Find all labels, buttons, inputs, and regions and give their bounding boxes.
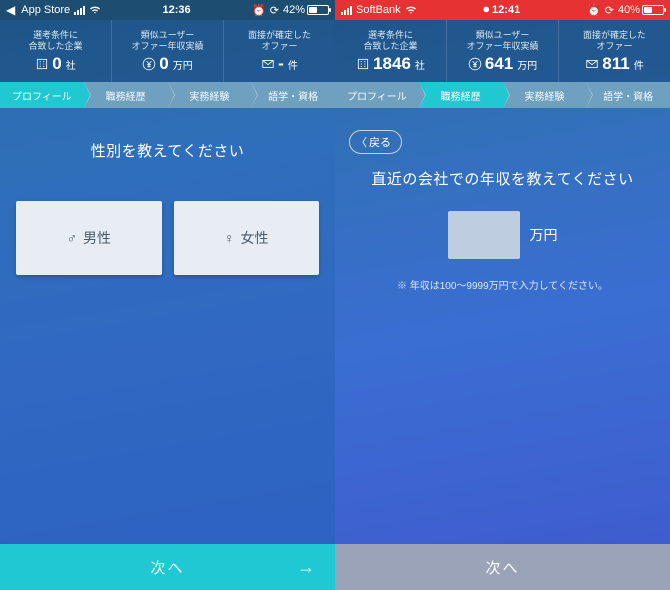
tab-profile[interactable]: プロフィール (0, 82, 84, 108)
metric-salary: 類似ユーザー オファー年収実績 0万円 (112, 20, 224, 82)
question-text: 直近の会社での年収を教えてください (349, 168, 656, 189)
clock: 12:36 (163, 4, 191, 16)
metrics-bar: 選考条件に 合致した企業 0社 類似ユーザー オファー年収実績 0万円 面接が確… (0, 20, 335, 82)
male-icon: ♂ (67, 230, 78, 246)
salary-input[interactable] (448, 211, 520, 259)
tab-experience[interactable]: 実務経験 (168, 82, 252, 108)
metric-offers: 面接が確定した オファー 811件 (559, 20, 670, 82)
salary-unit-label: 万円 (530, 225, 558, 245)
status-bar: SoftBank ⏺ 12:41 ⏰ ⟳ 40% (335, 0, 670, 20)
next-button[interactable]: 次へ → (0, 544, 335, 590)
mail-icon (261, 57, 275, 71)
yen-icon (468, 57, 482, 71)
status-right: ⏰ ⟳ 42% (252, 4, 329, 17)
building-icon (356, 57, 370, 71)
tab-work-history[interactable]: 職務経歴 (419, 82, 503, 108)
progress-tabs: プロフィール 職務経歴 実務経験 語学・資格 (0, 82, 335, 108)
question-text: 性別を教えてください (14, 140, 321, 161)
battery-percent: 40% (618, 4, 640, 16)
status-right: ⏰ ⟳ 40% (587, 4, 664, 17)
tab-experience[interactable]: 実務経験 (503, 82, 587, 108)
option-male-label: 男性 (83, 228, 111, 248)
option-female-label: 女性 (241, 228, 269, 248)
female-icon: ♀ (224, 230, 235, 246)
alarm-icon: ⏰ (587, 4, 601, 17)
wifi-icon (405, 5, 417, 15)
back-label: 戻る (369, 134, 391, 150)
building-icon (35, 57, 49, 71)
orientation-lock-icon: ⟳ (605, 4, 614, 17)
tab-profile[interactable]: プロフィール (335, 82, 419, 108)
yen-icon (142, 57, 156, 71)
tab-work-history[interactable]: 職務経歴 (84, 82, 168, 108)
metric-offers: 面接が確定した オファー -件 (224, 20, 335, 82)
status-left[interactable]: ◀ App Store (6, 3, 101, 17)
next-label: 次へ (485, 557, 519, 578)
screenshot-right: SoftBank ⏺ 12:41 ⏰ ⟳ 40% 選考条件に 合致した企業 18… (335, 0, 670, 590)
option-male[interactable]: ♂ 男性 (16, 201, 162, 275)
signal-icon (341, 6, 352, 15)
status-bar: ◀ App Store 12:36 ⏰ ⟳ 42% (0, 0, 335, 20)
content-area: 〈 戻る 直近の会社での年収を教えてください 万円 年収は100〜9999万円で… (335, 108, 670, 292)
alarm-icon: ⏰ (252, 4, 266, 17)
next-button[interactable]: 次へ (335, 544, 670, 590)
screenshot-left: ◀ App Store 12:36 ⏰ ⟳ 42% 選考条件に 合致した企業 0… (0, 0, 335, 590)
battery-icon (307, 5, 329, 15)
hint-text: 年収は100〜9999万円で入力してください。 (349, 277, 656, 292)
back-app-label: App Store (21, 4, 70, 16)
mail-icon (585, 57, 599, 71)
progress-tabs: プロフィール 職務経歴 実務経験 語学・資格 (335, 82, 670, 108)
metric-salary: 類似ユーザー オファー年収実績 641万円 (447, 20, 559, 82)
tab-language[interactable]: 語学・資格 (251, 82, 335, 108)
status-left: SoftBank (341, 4, 417, 16)
content-area: 性別を教えてください ♂ 男性 ♀ 女性 (0, 108, 335, 275)
metrics-bar: 選考条件に 合致した企業 1846社 類似ユーザー オファー年収実績 641万円… (335, 20, 670, 82)
metric-companies: 選考条件に 合致した企業 0社 (0, 20, 112, 82)
arrow-right-icon: → (297, 557, 317, 578)
battery-percent: 42% (283, 4, 305, 16)
wifi-icon (89, 5, 101, 15)
signal-icon (74, 6, 85, 15)
metric-companies: 選考条件に 合致した企業 1846社 (335, 20, 447, 82)
carrier-label: SoftBank (356, 4, 401, 16)
next-label: 次へ (150, 557, 184, 578)
chevron-left-icon: 〈 (356, 134, 367, 150)
battery-icon (642, 5, 664, 15)
orientation-lock-icon: ⟳ (270, 4, 279, 17)
chevron-left-icon: ◀ (6, 3, 15, 17)
back-button[interactable]: 〈 戻る (349, 130, 402, 154)
clock: ⏺ 12:41 (483, 4, 520, 17)
tab-language[interactable]: 語学・資格 (586, 82, 670, 108)
option-female[interactable]: ♀ 女性 (174, 201, 320, 275)
